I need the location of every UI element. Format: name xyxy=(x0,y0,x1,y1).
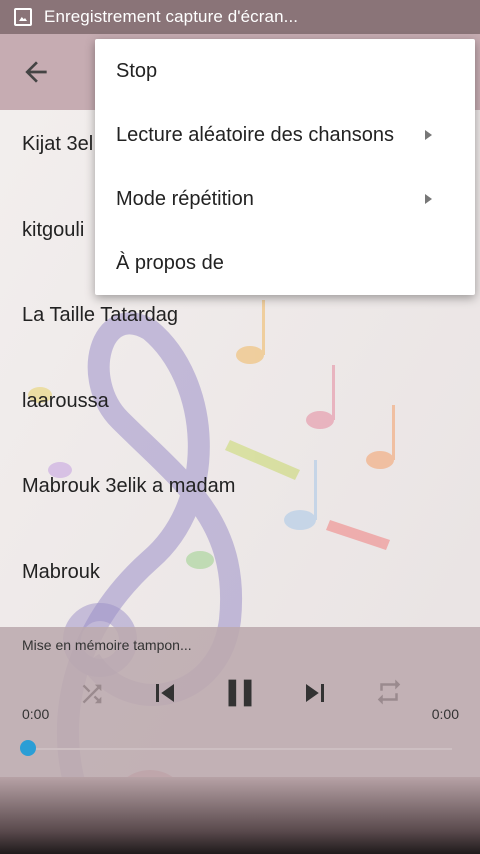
time-total: 0:00 xyxy=(431,706,459,722)
skip-previous-icon[interactable] xyxy=(147,675,183,711)
seek-bar[interactable] xyxy=(28,748,452,750)
submenu-arrow-icon xyxy=(425,194,432,204)
overflow-menu: Stop Lecture aléatoire des chansons Mode… xyxy=(95,39,475,295)
list-item[interactable]: Mabrouk 3elik a madam xyxy=(22,475,235,498)
menu-item-label: Stop xyxy=(116,59,158,82)
image-icon xyxy=(14,8,32,26)
skip-next-icon[interactable] xyxy=(297,675,333,711)
time-elapsed: 0:00 xyxy=(22,706,50,722)
shuffle-icon[interactable] xyxy=(78,680,106,708)
list-item[interactable]: La Taille Tatardag xyxy=(22,304,178,327)
seek-handle[interactable] xyxy=(20,740,36,756)
list-item[interactable]: laaroussa xyxy=(22,390,109,413)
arrow-back-icon[interactable] xyxy=(20,56,52,88)
menu-item-label: Mode répétition xyxy=(116,187,254,210)
menu-item-shuffle[interactable]: Lecture aléatoire des chansons xyxy=(116,103,456,167)
submenu-arrow-icon xyxy=(425,130,432,140)
status-bar: Enregistrement capture d'écran... xyxy=(0,0,480,34)
list-item[interactable]: Mabrouk xyxy=(22,561,100,584)
list-item[interactable]: Kijat 3el xyxy=(22,133,93,156)
pause-icon[interactable] xyxy=(217,670,263,716)
list-item[interactable]: kitgouli xyxy=(22,219,84,242)
player-panel: Mise en mémoire tampon... 0:00 0:00 xyxy=(0,627,480,777)
menu-item-about[interactable]: À propos de xyxy=(116,231,456,295)
notification-text: Enregistrement capture d'écran... xyxy=(44,7,299,26)
menu-item-label: À propos de xyxy=(116,251,224,274)
repeat-icon[interactable] xyxy=(374,677,404,707)
menu-item-repeat-mode[interactable]: Mode répétition xyxy=(116,167,456,231)
menu-item-label: Lecture aléatoire des chansons xyxy=(116,123,394,146)
bottom-background xyxy=(0,777,480,854)
buffering-status: Mise en mémoire tampon... xyxy=(22,637,192,653)
menu-item-stop[interactable]: Stop xyxy=(116,39,456,103)
